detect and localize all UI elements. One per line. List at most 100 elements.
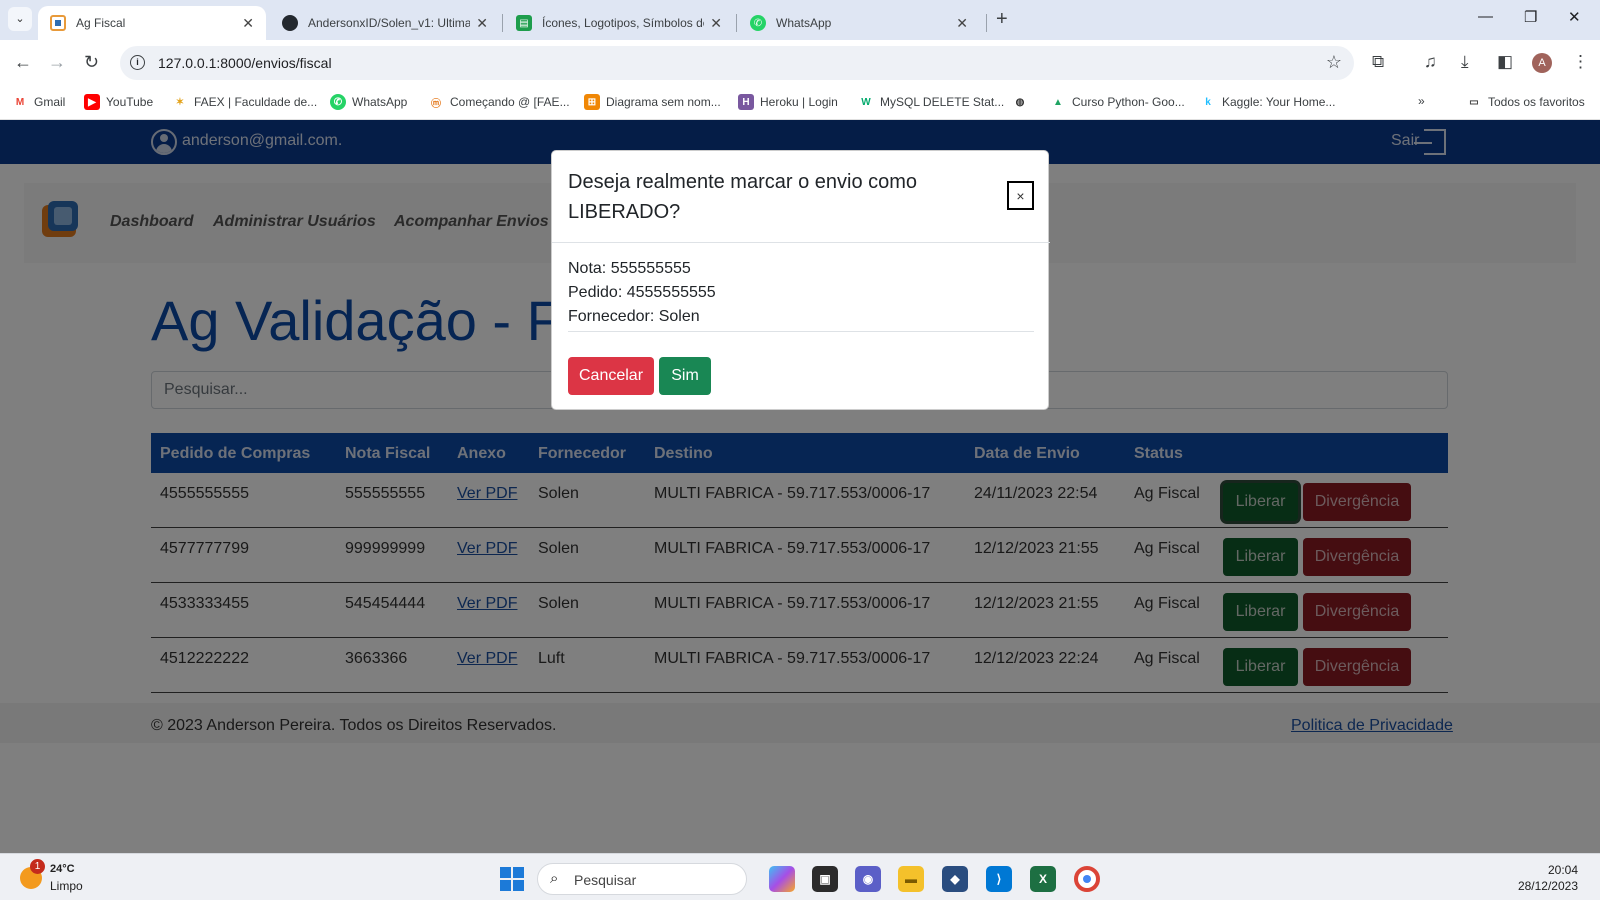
bookmark-faex[interactable]: ✶ FAEX | Faculdade de...: [172, 94, 317, 110]
bookmark-label: FAEX | Faculdade de...: [194, 95, 318, 109]
modal-close-button[interactable]: ×: [1007, 181, 1034, 210]
profile-avatar[interactable]: A: [1532, 53, 1552, 73]
modal-nota: Nota: 555555555: [568, 260, 691, 277]
bookmark-label: Curso Python- Goo...: [1072, 95, 1185, 109]
clock-time: 20:04: [1547, 863, 1578, 877]
extensions-icon[interactable]: ⧉: [1372, 52, 1384, 72]
google-drive-icon: ▲: [1053, 96, 1063, 108]
faex-icon: ✶: [175, 96, 185, 108]
green-sheet-icon: ▤: [516, 15, 532, 31]
vscode-icon[interactable]: ⟩: [986, 866, 1012, 892]
chrome-icon[interactable]: [1074, 866, 1100, 892]
globe-icon: ◍: [1015, 96, 1025, 108]
modal-divider: [552, 242, 1050, 243]
site-info-icon[interactable]: i: [130, 55, 145, 70]
bookmark-whatsapp[interactable]: ✆ WhatsApp: [330, 94, 407, 110]
modal-title: Deseja realmente marcar o envio como LIB…: [568, 171, 918, 223]
weather-temperature[interactable]: 24°C: [50, 863, 75, 875]
bookmark-curso-python[interactable]: ▲ Curso Python- Goo...: [1050, 94, 1185, 110]
modal-divider: [568, 331, 1034, 332]
url-text: 127.0.0.1:8000/envios/fiscal: [158, 55, 332, 71]
bookmark-label: MySQL DELETE Stat...: [880, 95, 1005, 109]
minimize-icon[interactable]: —: [1478, 8, 1493, 25]
start-menu-icon[interactable]: [500, 867, 524, 891]
tab-icones[interactable]: ▤ Ícones, Logotipos, Símbolos de ✕: [504, 6, 734, 40]
kaggle-icon: k: [1205, 96, 1211, 108]
menu-kebab-icon[interactable]: ⋮: [1572, 52, 1589, 72]
browser-toolbar: ← → ↻ i 127.0.0.1:8000/envios/fiscal ☆ ⧉…: [0, 40, 1600, 86]
task-view-icon[interactable]: ▣: [812, 866, 838, 892]
bookmark-label: YouTube: [106, 95, 154, 109]
excel-icon[interactable]: X: [1030, 866, 1056, 892]
tab-label: Ícones, Logotipos, Símbolos de: [542, 16, 705, 30]
media-control-icon[interactable]: ♫: [1424, 52, 1437, 72]
w3schools-icon: W: [861, 96, 871, 108]
notification-badge: 1: [30, 859, 45, 874]
all-bookmarks-label: Todos os favoritos: [1488, 95, 1585, 109]
address-bar[interactable]: i 127.0.0.1:8000/envios/fiscal ☆: [120, 46, 1354, 80]
modal-fornecedor: Fornecedor: Solen: [568, 308, 700, 325]
reload-icon[interactable]: ↻: [84, 52, 99, 73]
gmail-icon: M: [15, 96, 25, 108]
windows-taskbar: 1 24°C Limpo ⌕ Pesquisar ▣ ◉ ▬ ◆ ⟩ X 20:…: [0, 853, 1600, 900]
close-icon[interactable]: ✕: [476, 15, 488, 32]
bookmark-gmail[interactable]: M Gmail: [12, 94, 66, 110]
window-close-icon[interactable]: ✕: [1568, 8, 1581, 26]
tab-ag-fiscal[interactable]: Ag Fiscal ✕: [38, 6, 266, 40]
restore-icon[interactable]: ❐: [1524, 8, 1537, 26]
tab-label: WhatsApp: [776, 16, 832, 30]
bookmark-heroku[interactable]: H Heroku | Login: [738, 94, 838, 110]
more-bookmarks-icon[interactable]: »: [1418, 94, 1425, 108]
copilot-icon[interactable]: [769, 866, 795, 892]
tab-search-button[interactable]: ⌄: [8, 7, 32, 31]
moodle-icon: ⓜ: [431, 98, 441, 110]
close-icon[interactable]: ✕: [956, 15, 968, 32]
weather-condition[interactable]: Limpo: [50, 879, 83, 893]
tab-github[interactable]: AndersonxID/Solen_v1: Ultima v ✕: [270, 6, 500, 40]
bookmark-label: Kaggle: Your Home...: [1222, 95, 1336, 109]
search-icon: ⌕: [550, 870, 559, 887]
drawio-icon: ⊞: [584, 94, 600, 110]
youtube-icon: ▶: [84, 94, 100, 110]
bookmark-label: Heroku | Login: [760, 95, 838, 109]
folder-icon: ▭: [1469, 96, 1479, 108]
bookmark-comecando[interactable]: ⓜ Começando @ [FAE...: [428, 94, 570, 110]
file-explorer-icon[interactable]: ▬: [898, 866, 924, 892]
close-icon[interactable]: ✕: [710, 15, 722, 32]
taskbar-search-label: Pesquisar: [574, 872, 637, 888]
confirm-yes-button[interactable]: Sim: [659, 357, 711, 395]
bookmark-star-icon[interactable]: ☆: [1326, 52, 1342, 73]
new-tab-icon[interactable]: +: [996, 8, 1008, 31]
tab-label: Ag Fiscal: [76, 16, 126, 30]
back-icon[interactable]: ←: [14, 52, 32, 73]
all-bookmarks[interactable]: ▭ Todos os favoritos: [1466, 94, 1585, 110]
confirm-liberar-modal: Deseja realmente marcar o envio como LIB…: [551, 150, 1050, 410]
bookmark-youtube[interactable]: ▶ YouTube: [84, 94, 153, 110]
whatsapp-icon: ✆: [330, 94, 346, 110]
heroku-icon: H: [738, 94, 754, 110]
teams-chat-icon[interactable]: ◉: [855, 866, 881, 892]
tab-whatsapp[interactable]: ✆ WhatsApp ✕: [738, 6, 980, 40]
clock-date: 28/12/2023: [1517, 879, 1578, 893]
bookmark-diagrama[interactable]: ⊞ Diagrama sem nom...: [584, 94, 721, 110]
download-icon[interactable]: ⤓: [1461, 52, 1469, 72]
bookmark-label: Começando @ [FAE...: [450, 95, 570, 109]
forward-icon[interactable]: →: [48, 52, 66, 73]
side-panel-icon[interactable]: ◧: [1497, 52, 1513, 72]
browser-tab-bar: ⌄ Ag Fiscal ✕ AndersonxID/Solen_v1: Ulti…: [0, 0, 1600, 40]
bookmarks-bar: M Gmail ▶ YouTube ✶ FAEX | Faculdade de... …: [0, 86, 1600, 120]
bookmark-label: WhatsApp: [352, 95, 408, 109]
mysql-workbench-icon[interactable]: ◆: [942, 866, 968, 892]
cancel-button[interactable]: Cancelar: [568, 357, 654, 395]
github-icon: [282, 15, 298, 31]
bookmark-label: Gmail: [34, 95, 66, 109]
modal-pedido: Pedido: 4555555555: [568, 284, 716, 301]
bookmark-mysql[interactable]: W MySQL DELETE Stat...: [858, 94, 1004, 110]
close-icon[interactable]: ✕: [242, 15, 254, 32]
taskbar-search[interactable]: ⌕ Pesquisar: [537, 863, 747, 895]
blue-square-favicon: [50, 15, 66, 31]
bookmark-globe[interactable]: ◍: [1012, 94, 1034, 110]
whatsapp-icon: ✆: [750, 15, 766, 31]
bookmark-kaggle[interactable]: k Kaggle: Your Home...: [1200, 94, 1335, 110]
system-clock[interactable]: 20:04 28/12/2023: [1514, 862, 1578, 894]
